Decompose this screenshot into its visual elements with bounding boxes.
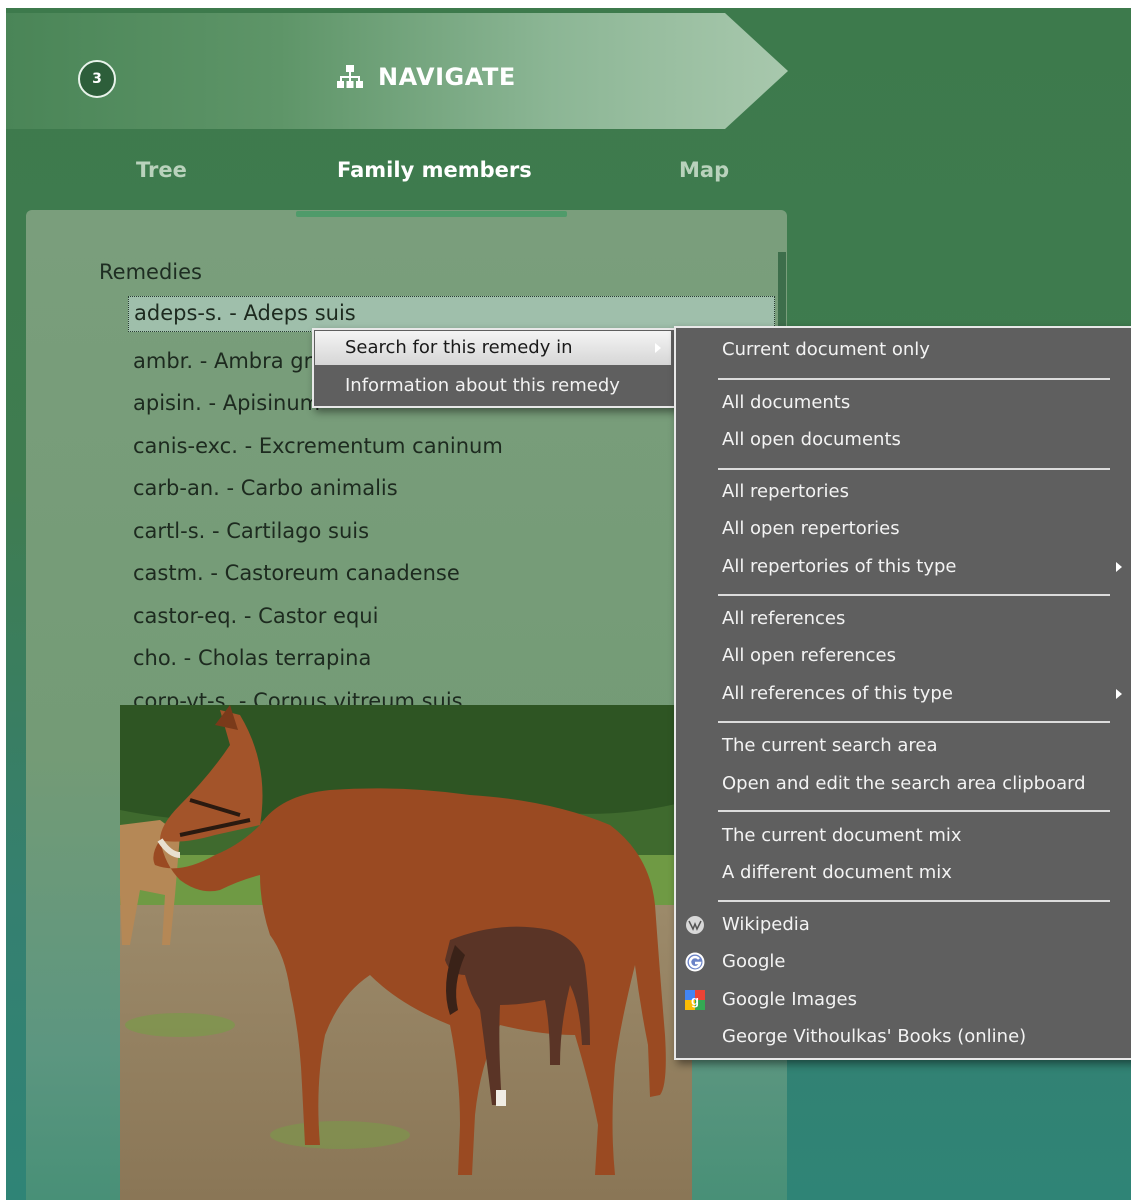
active-tab-indicator [296, 211, 567, 217]
search-in-submenu: Current document only All documents All … [674, 326, 1131, 1060]
sitemap-icon [337, 65, 363, 88]
google-icon [685, 952, 705, 972]
submenu-current-search-area[interactable]: The current search area [676, 728, 1131, 764]
submenu-all-open-documents[interactable]: All open documents [676, 422, 1131, 458]
header-title: NAVIGATE [336, 57, 516, 97]
menu-item-remedy-info[interactable]: Information about this remedy [315, 369, 671, 403]
submenu-arrow-icon [1116, 562, 1122, 572]
header-title-text: NAVIGATE [378, 63, 516, 91]
submenu-all-documents[interactable]: All documents [676, 385, 1131, 421]
menu-separator [718, 721, 1110, 723]
submenu-label: Google [722, 951, 786, 972]
submenu-label: Wikipedia [722, 914, 810, 935]
submenu-all-open-references[interactable]: All open references [676, 638, 1131, 674]
submenu-current-document-only[interactable]: Current document only [676, 332, 1131, 368]
tab-tree[interactable]: Tree [136, 158, 187, 182]
submenu-arrow-icon [655, 343, 661, 353]
navigate-header: 3 NAVIGATE [6, 13, 788, 129]
submenu-wikipedia[interactable]: Wikipedia [676, 907, 1131, 943]
submenu-current-document-mix[interactable]: The current document mix [676, 818, 1131, 854]
menu-separator [718, 900, 1110, 902]
menu-separator [718, 378, 1110, 380]
tab-map[interactable]: Map [679, 158, 729, 182]
submenu-search-area-clipboard[interactable]: Open and edit the search area clipboard [676, 766, 1131, 802]
menu-item-search-remedy[interactable]: Search for this remedy in [315, 331, 671, 365]
submenu-arrow-icon [1116, 689, 1122, 699]
submenu-all-open-repertories[interactable]: All open repertories [676, 511, 1131, 547]
submenu-all-references-of-type[interactable]: All references of this type [676, 676, 1131, 712]
submenu-label: All repertories of this type [722, 556, 957, 577]
submenu-vithoulkas-books[interactable]: George Vithoulkas' Books (online) [676, 1019, 1131, 1055]
wikipedia-icon [686, 916, 704, 934]
navigate-window: 3 NAVIGATE Tree Family members Map Remed… [6, 8, 1131, 1200]
step-badge: 3 [78, 60, 116, 98]
submenu-label: All references of this type [722, 683, 953, 704]
submenu-all-repertories[interactable]: All repertories [676, 474, 1131, 510]
menu-item-label: Search for this remedy in [345, 337, 573, 358]
remedy-context-menu: Search for this remedy in Information ab… [312, 328, 678, 408]
svg-text:g: g [691, 993, 699, 1008]
menu-separator [718, 594, 1110, 596]
google-images-icon: g [685, 990, 705, 1010]
submenu-all-references[interactable]: All references [676, 601, 1131, 637]
section-title: Remedies [99, 260, 202, 284]
submenu-all-repertories-of-type[interactable]: All repertories of this type [676, 549, 1131, 585]
menu-separator [718, 468, 1110, 470]
submenu-label: Google Images [722, 989, 857, 1010]
submenu-google-images[interactable]: g Google Images [676, 982, 1131, 1018]
tab-family-members[interactable]: Family members [337, 158, 532, 182]
submenu-google[interactable]: Google [676, 944, 1131, 980]
submenu-different-document-mix[interactable]: A different document mix [676, 855, 1131, 891]
menu-separator [718, 810, 1110, 812]
remedy-photo [120, 705, 692, 1200]
